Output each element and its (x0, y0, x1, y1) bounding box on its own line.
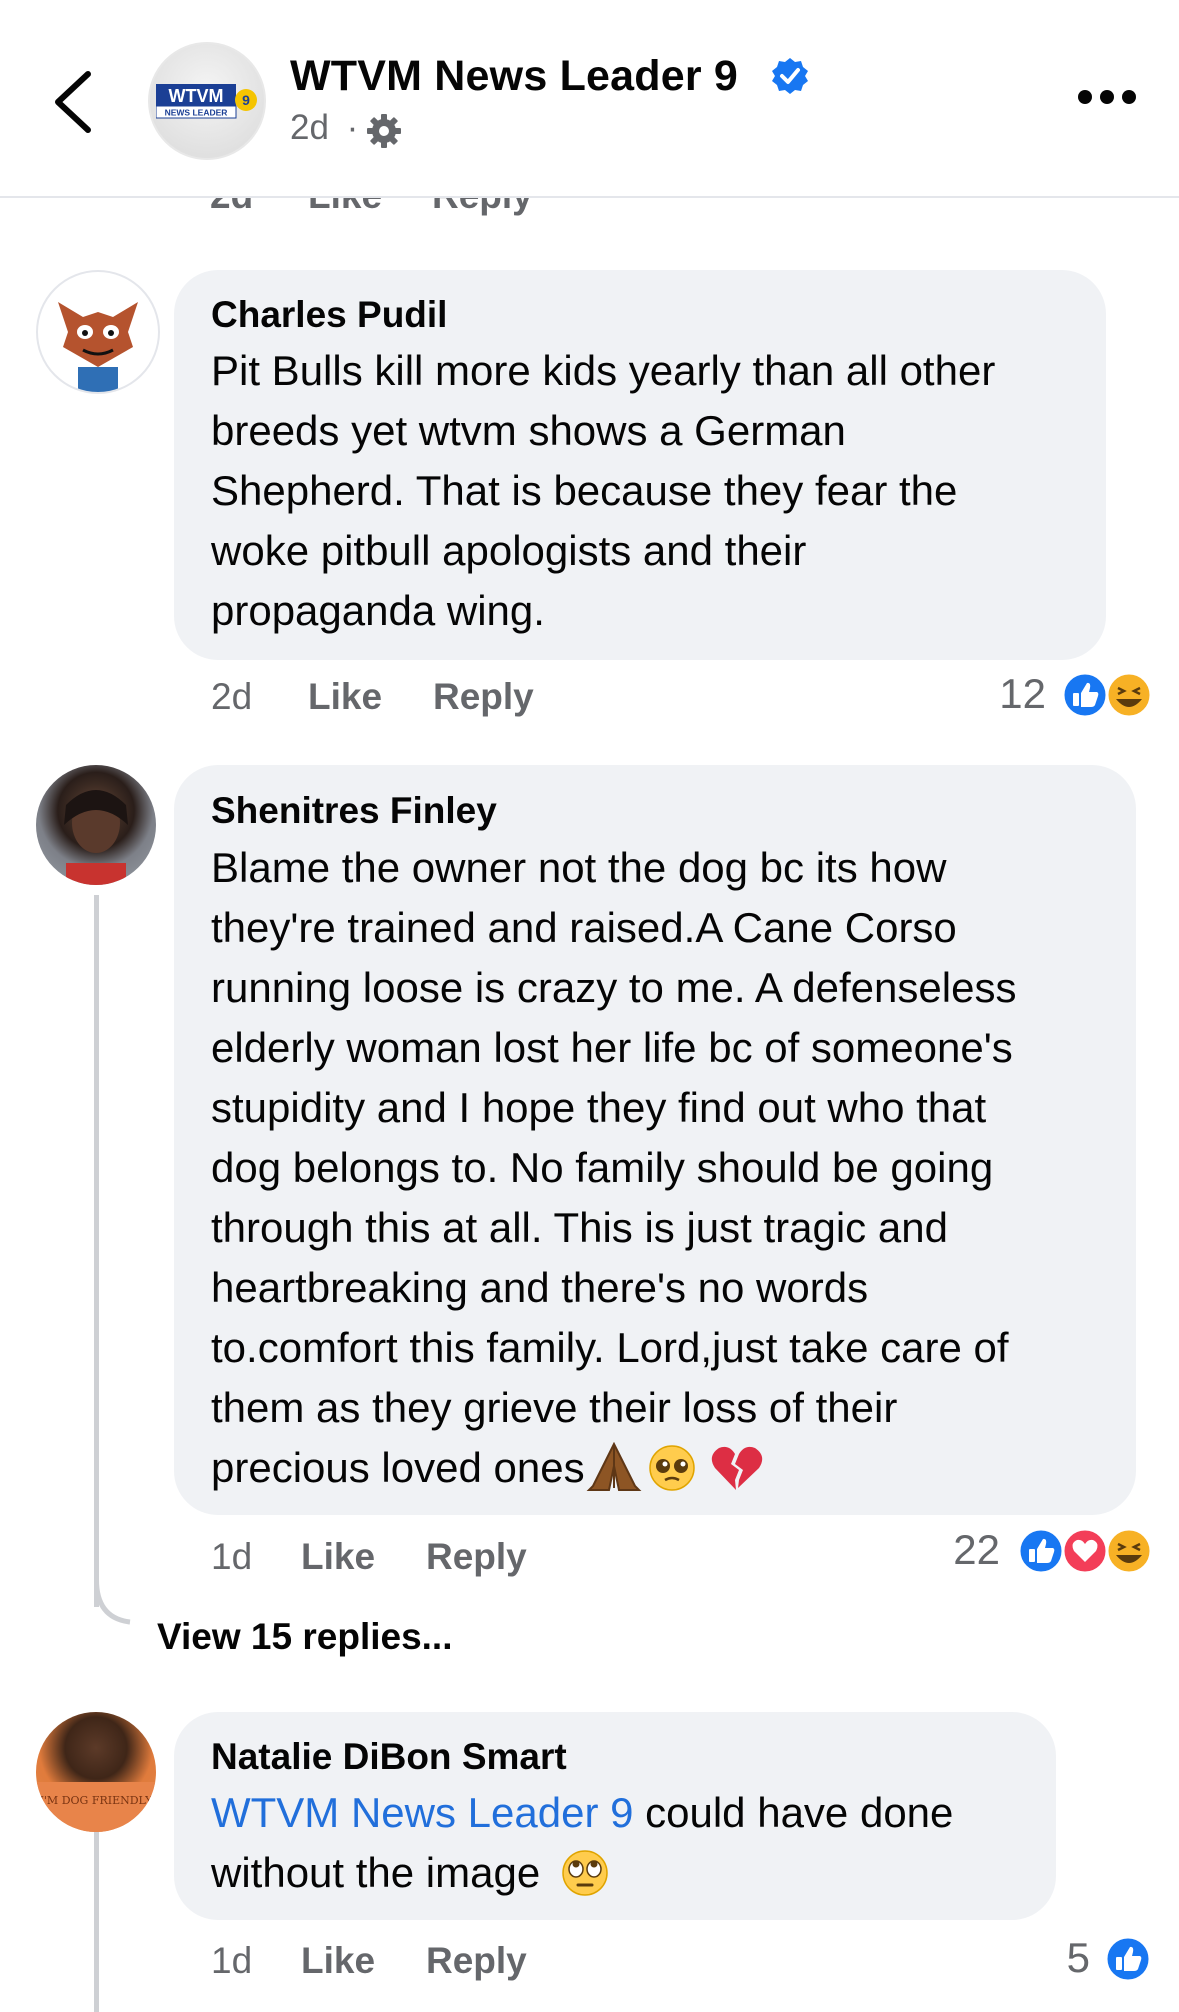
comment-line: running loose is crazy to me. A defensel… (211, 964, 1017, 1011)
svg-text:NEWS LEADER: NEWS LEADER (165, 108, 228, 118)
avatar[interactable] (36, 765, 156, 885)
comment-line-text: precious loved ones (211, 1444, 585, 1491)
comment-line-text: without the image (211, 1849, 552, 1896)
svg-text:9: 9 (242, 92, 250, 108)
wtvm-logo: WTVM NEWS LEADER 9 (156, 84, 257, 119)
reaction-count[interactable]: 22 (920, 1526, 1000, 1574)
more-options-icon[interactable] (1076, 86, 1138, 108)
post-meta: 2d · (290, 108, 358, 148)
comment-line: dog belongs to. No family should be goin… (211, 1144, 994, 1191)
comment-line: precious loved ones (211, 1438, 1016, 1498)
person-photo-avatar-icon (64, 790, 128, 885)
comment-line: to.comfort this family. Lord,just take c… (211, 1324, 1009, 1371)
comment-line: without the image (211, 1843, 953, 1903)
eye-roll-face-icon (562, 1850, 608, 1896)
comment-time: 1d (211, 1940, 253, 1981)
post-header: WTVM NEWS LEADER 9 WTVM News Leader 9 2d… (0, 0, 1179, 198)
reaction-count[interactable]: 5 (1040, 1934, 1090, 1982)
person-photo-avatar-icon: I'M DOG FRIENDLY (36, 1782, 156, 1832)
thread-curve (94, 1580, 131, 1625)
comment-text: WTVM News Leader 9 could have done witho… (211, 1783, 953, 1903)
comment-line: Blame the owner not the dog bc its how (211, 844, 947, 891)
page-avatar[interactable]: WTVM NEWS LEADER 9 (148, 42, 266, 160)
like-button[interactable]: Like (301, 1536, 375, 1578)
haha-reaction-icon (1105, 671, 1153, 719)
comment-line: Shepherd. That is because they fear the (211, 467, 958, 514)
comment-actions: 1d Like Reply (211, 1536, 611, 1580)
reaction-icons[interactable] (1010, 1526, 1156, 1576)
comment-actions: 1d Like Reply (211, 1940, 611, 1984)
comment-author[interactable]: Shenitres Finley (211, 790, 497, 832)
comment-line: breeds yet wtvm shows a German (211, 407, 846, 454)
like-reaction-icon (1061, 671, 1109, 719)
comment-line: elderly woman lost her life bc of someon… (211, 1024, 1013, 1071)
mention-link[interactable]: WTVM News Leader 9 (211, 1789, 633, 1836)
comment-line: propaganda wing. (211, 587, 545, 634)
broken-heart-icon (711, 1446, 762, 1490)
comment-text: Blame the owner not the dog bc its how t… (211, 838, 1016, 1498)
view-replies-link[interactable]: View 15 replies... (157, 1616, 453, 1658)
pleading-face-icon (648, 1445, 695, 1491)
avatar-shirt-text: I'M DOG FRIENDLY (40, 1794, 154, 1807)
comment-actions: 2d Like Reply (211, 676, 611, 720)
avatar[interactable] (36, 270, 160, 394)
verified-badge-icon (772, 58, 808, 94)
avatar[interactable]: I'M DOG FRIENDLY (36, 1712, 156, 1832)
like-reaction-icon (1104, 1935, 1152, 1983)
svg-text:WTVM: WTVM (169, 86, 224, 106)
comment-line: through this at all. This is just tragic… (211, 1204, 948, 1251)
haha-reaction-icon (1105, 1527, 1153, 1575)
post-time: 2d (290, 108, 329, 147)
comment-line: WTVM News Leader 9 could have done (211, 1783, 953, 1843)
comment-line: stupidity and I hope they find out who t… (211, 1084, 987, 1131)
like-button[interactable]: Like (308, 676, 382, 718)
comment-time: 2d (211, 676, 253, 717)
comment-line: Pit Bulls kill more kids yearly than all… (211, 347, 996, 394)
comment-author[interactable]: Natalie DiBon Smart (211, 1736, 567, 1778)
comment-time: 1d (211, 1536, 253, 1577)
wolf-cartoon-avatar-icon (58, 302, 138, 392)
comment-line-text: could have done (633, 1789, 954, 1836)
reaction-count[interactable]: 12 (960, 670, 1046, 718)
comment-line: heartbreaking and there's no words (211, 1264, 869, 1311)
love-reaction-icon (1061, 1527, 1109, 1575)
comment-line: them as they grieve their loss of their (211, 1384, 898, 1431)
reaction-icons[interactable] (1056, 670, 1156, 720)
thread-line (94, 895, 99, 1607)
like-button[interactable]: Like (301, 1940, 375, 1982)
gear-icon (367, 114, 401, 148)
comment-line: they're trained and raised.A Cane Corso (211, 904, 957, 951)
thread-line (94, 1830, 99, 2012)
comment-text: Pit Bulls kill more kids yearly than all… (211, 341, 995, 641)
folded-hands-icon (586, 1442, 641, 1491)
reaction-icons[interactable] (1100, 1934, 1156, 1984)
like-reaction-icon (1017, 1527, 1065, 1575)
reply-button[interactable]: Reply (426, 1940, 527, 1982)
meta-separator: · (346, 108, 359, 147)
comment-line: woke pitbull apologists and their (211, 527, 807, 574)
comment-author[interactable]: Charles Pudil (211, 294, 447, 336)
page-name[interactable]: WTVM News Leader 9 (290, 52, 738, 101)
back-arrow-icon[interactable] (48, 68, 108, 136)
reply-button[interactable]: Reply (433, 676, 534, 718)
reply-button[interactable]: Reply (426, 1536, 527, 1578)
